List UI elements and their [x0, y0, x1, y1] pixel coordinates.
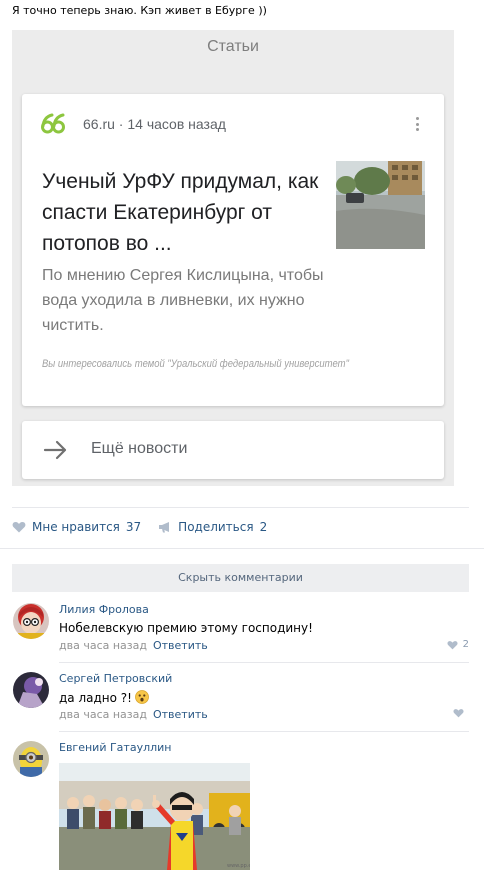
- astonished-face-icon: [135, 690, 149, 704]
- site-logo-icon: [41, 113, 65, 134]
- avatar[interactable]: [13, 672, 49, 708]
- hide-comments-button[interactable]: Скрыть комментарии: [12, 564, 469, 592]
- share-button[interactable]: Поделиться 2: [158, 520, 267, 534]
- arrow-right-icon: [43, 440, 67, 460]
- article-headline[interactable]: Ученый УрФУ придумал, как спасти Екатери…: [42, 166, 322, 259]
- article-card[interactable]: 66.ru · 14 часов назад Ученый УрФУ приду…: [22, 94, 444, 406]
- share-count: 2: [259, 520, 268, 534]
- svg-text:www.pp.ee: www.pp.ee: [227, 863, 250, 869]
- section-title: Статьи: [207, 38, 259, 55]
- shared-screenshot[interactable]: Статьи 66.ru · 14 часов назад Ученый УрФ…: [12, 30, 454, 486]
- like-label: Мне нравится: [32, 520, 120, 534]
- comment: Сергей Петровский да ладно ?! два часа н…: [12, 672, 469, 721]
- avatar[interactable]: [13, 741, 49, 777]
- comment-author[interactable]: Лилия Фролова: [59, 603, 149, 616]
- like-count: 37: [125, 520, 142, 534]
- reply-link[interactable]: Ответить: [153, 708, 208, 721]
- comment-text-body: да ладно ?!: [59, 691, 132, 705]
- divider: [12, 507, 469, 508]
- comment-meta: два часа назад Ответить: [59, 639, 208, 652]
- megaphone-icon: [159, 522, 170, 533]
- comment-author[interactable]: Сергей Петровский: [59, 672, 172, 685]
- comment-time: два часа назад: [59, 639, 147, 652]
- comment: Лилия Фролова Нобелевскую премию этому г…: [12, 603, 469, 652]
- more-options-icon[interactable]: [411, 116, 423, 132]
- comment-time: два часа назад: [59, 708, 147, 721]
- like-button[interactable]: Мне нравится 37: [12, 520, 141, 534]
- comment-like-count: 2: [462, 639, 469, 650]
- divider: [59, 731, 469, 732]
- divider: [0, 548, 484, 549]
- avatar[interactable]: [13, 603, 49, 639]
- article-summary: По мнению Сергея Кислицына, чтобы вода у…: [42, 267, 324, 334]
- comment-author[interactable]: Евгений Гатауллин: [59, 741, 171, 754]
- comment-text: да ладно ?!: [59, 690, 149, 705]
- comment-like-button[interactable]: 2: [447, 639, 469, 650]
- heart-icon: [453, 709, 464, 718]
- heart-icon: [447, 640, 458, 649]
- article-source: 66.ru · 14 часов назад: [83, 116, 226, 132]
- comment-meta: два часа назад Ответить: [59, 708, 208, 721]
- more-news-label: Ещё новости: [91, 440, 188, 457]
- more-news-button[interactable]: Ещё новости: [22, 421, 444, 479]
- share-label: Поделиться: [178, 520, 254, 534]
- comment-text: Нобелевскую премию этому господину!: [59, 621, 313, 635]
- comment-image[interactable]: www.pp.ee: [59, 763, 250, 870]
- reply-link[interactable]: Ответить: [153, 639, 208, 652]
- recommendation-reason: Вы интересовались темой "Уральский федер…: [42, 358, 349, 370]
- article-thumbnail: [336, 161, 425, 249]
- comment: Евгений Гатауллин www.pp.ee: [12, 741, 469, 873]
- heart-icon: [12, 522, 26, 533]
- post-actions: Мне нравится 37 Поделиться 2: [12, 519, 267, 535]
- comment-like-button[interactable]: [453, 708, 469, 718]
- post-text: Я точно теперь знаю. Кэп живет в Ебурге …: [12, 4, 267, 17]
- divider: [59, 662, 469, 663]
